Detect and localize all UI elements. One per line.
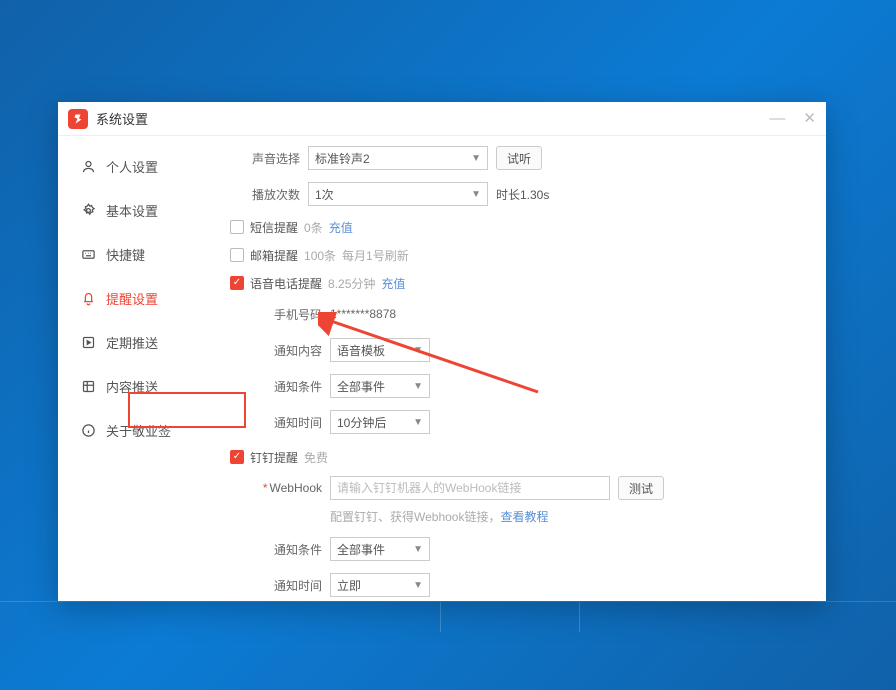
sms-checkbox[interactable] — [230, 220, 244, 234]
voice-checkbox[interactable] — [230, 276, 244, 290]
chevron-down-icon: ▼ — [413, 544, 423, 555]
info-icon — [80, 422, 96, 438]
preview-button[interactable]: 试听 — [496, 146, 542, 170]
sidebar-item-personal[interactable]: 个人设置 — [58, 144, 230, 188]
voice-minutes: 8.25分钟 — [328, 275, 375, 292]
sidebar-item-label: 内容推送 — [106, 377, 158, 396]
sidebar-item-about[interactable]: 关于敬业签 — [58, 408, 230, 452]
webhook-label: *WebHook — [252, 481, 322, 495]
email-refresh: 每月1号刷新 — [342, 247, 409, 264]
sound-select[interactable]: 标准铃声2▼ — [308, 146, 488, 170]
sidebar-item-label: 基本设置 — [106, 201, 158, 220]
titlebar: 系统设置 — ✕ — [58, 102, 826, 136]
email-label: 邮箱提醒 — [250, 247, 298, 264]
repeat-label: 播放次数 — [230, 186, 300, 203]
sms-count: 0条 — [304, 219, 323, 236]
play-icon — [80, 334, 96, 350]
dingding-label: 钉钉提醒 — [250, 449, 298, 466]
ding-condition-select[interactable]: 全部事件▼ — [330, 537, 430, 561]
voice-recharge-link[interactable]: 充值 — [381, 275, 405, 292]
test-button[interactable]: 测试 — [618, 476, 664, 500]
sidebar: 个人设置 基本设置 快捷键 提醒设置 定期推送 内容推送 — [58, 136, 230, 601]
chevron-down-icon: ▼ — [413, 580, 423, 591]
chevron-down-icon: ▼ — [471, 153, 481, 164]
sidebar-item-reminder[interactable]: 提醒设置 — [58, 276, 230, 320]
minimize-button[interactable]: — — [769, 111, 785, 127]
sidebar-item-label: 关于敬业签 — [106, 421, 171, 440]
bell-icon — [80, 290, 96, 306]
condition-label: 通知条件 — [252, 378, 322, 395]
email-checkbox[interactable] — [230, 248, 244, 262]
chevron-down-icon: ▼ — [413, 381, 423, 392]
sidebar-item-label: 快捷键 — [106, 245, 145, 264]
close-button[interactable]: ✕ — [803, 111, 816, 127]
person-icon — [80, 158, 96, 174]
sidebar-item-label: 提醒设置 — [106, 289, 158, 308]
phone-value: 1*******8878 — [330, 307, 396, 321]
content-panel[interactable]: 声音选择 标准铃声2▼ 试听 播放次数 1次▼ 时长1.30s 短信提醒 0条 … — [230, 136, 826, 601]
sms-recharge-link[interactable]: 充值 — [329, 219, 353, 236]
sidebar-item-label: 个人设置 — [106, 157, 158, 176]
time-label: 通知时间 — [252, 414, 322, 431]
webhook-input[interactable] — [330, 476, 610, 500]
chevron-down-icon: ▼ — [471, 189, 481, 200]
chevron-down-icon: ▼ — [413, 345, 423, 356]
sidebar-item-basic[interactable]: 基本设置 — [58, 188, 230, 232]
chevron-down-icon: ▼ — [413, 417, 423, 428]
sms-label: 短信提醒 — [250, 219, 298, 236]
voice-label: 语音电话提醒 — [250, 275, 322, 292]
ding-condition-label: 通知条件 — [252, 541, 322, 558]
grid-icon — [80, 378, 96, 394]
keyboard-icon — [80, 246, 96, 262]
webhook-help: 配置钉钉、获得Webhook链接，查看教程 — [252, 508, 806, 525]
time-select[interactable]: 10分钟后▼ — [330, 410, 430, 434]
dingding-free: 免费 — [304, 449, 328, 466]
settings-dialog: 系统设置 — ✕ 个人设置 基本设置 快捷键 提醒设置 — [58, 102, 826, 601]
ding-time-select[interactable]: 立即▼ — [330, 573, 430, 597]
duration-text: 时长1.30s — [496, 186, 549, 203]
sidebar-item-scheduled[interactable]: 定期推送 — [58, 320, 230, 364]
sidebar-item-label: 定期推送 — [106, 333, 158, 352]
sidebar-item-content[interactable]: 内容推送 — [58, 364, 230, 408]
condition-select[interactable]: 全部事件▼ — [330, 374, 430, 398]
email-count: 100条 — [304, 247, 336, 264]
dingding-checkbox[interactable] — [230, 450, 244, 464]
tutorial-link[interactable]: 查看教程 — [500, 510, 548, 524]
phone-label: 手机号码 — [252, 306, 322, 323]
gear-icon — [80, 202, 96, 218]
sidebar-item-shortcuts[interactable]: 快捷键 — [58, 232, 230, 276]
sound-label: 声音选择 — [230, 150, 300, 167]
window-title: 系统设置 — [96, 109, 148, 128]
content-label: 通知内容 — [252, 342, 322, 359]
repeat-select[interactable]: 1次▼ — [308, 182, 488, 206]
ding-time-label: 通知时间 — [252, 577, 322, 594]
app-logo-icon — [68, 109, 88, 129]
content-select[interactable]: 语音模板▼ — [330, 338, 430, 362]
